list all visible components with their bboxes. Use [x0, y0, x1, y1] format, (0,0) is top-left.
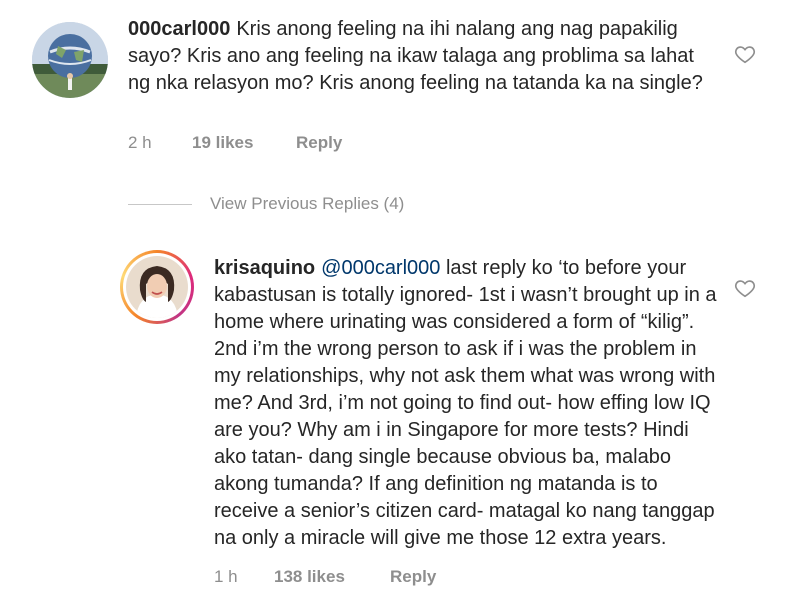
view-previous-replies-button[interactable]: View Previous Replies (4) — [128, 193, 404, 215]
reply-button[interactable]: Reply — [296, 133, 342, 153]
heart-outline-icon[interactable] — [734, 277, 756, 299]
avatar[interactable] — [32, 22, 108, 98]
likes-count[interactable]: 19 likes — [192, 133, 253, 153]
reply-content: last reply ko ‘to before your kabastusan… — [214, 257, 717, 549]
divider-line — [128, 203, 192, 205]
story-ring — [123, 253, 191, 321]
heart-outline-icon[interactable] — [734, 43, 756, 65]
comment-time[interactable]: 2 h — [128, 133, 152, 153]
profile-photo — [126, 256, 188, 318]
comment-username[interactable]: 000carl000 — [128, 18, 230, 40]
view-previous-replies-label: View Previous Replies (4) — [210, 194, 405, 213]
reply-time[interactable]: 1 h — [214, 567, 238, 587]
reply-text: krisaquino @000carl000 last reply ko ‘to … — [214, 255, 724, 552]
comment-text: 000carl000 Kris anong feeling na ihi nala… — [128, 16, 718, 97]
likes-count[interactable]: 138 likes — [274, 567, 345, 587]
reply-button[interactable]: Reply — [390, 567, 436, 587]
reply-username[interactable]: krisaquino — [214, 257, 315, 279]
mention-link[interactable]: @000carl000 — [321, 257, 440, 279]
globe-sculpture-photo — [32, 22, 108, 98]
reply-avatar[interactable] — [120, 250, 194, 324]
